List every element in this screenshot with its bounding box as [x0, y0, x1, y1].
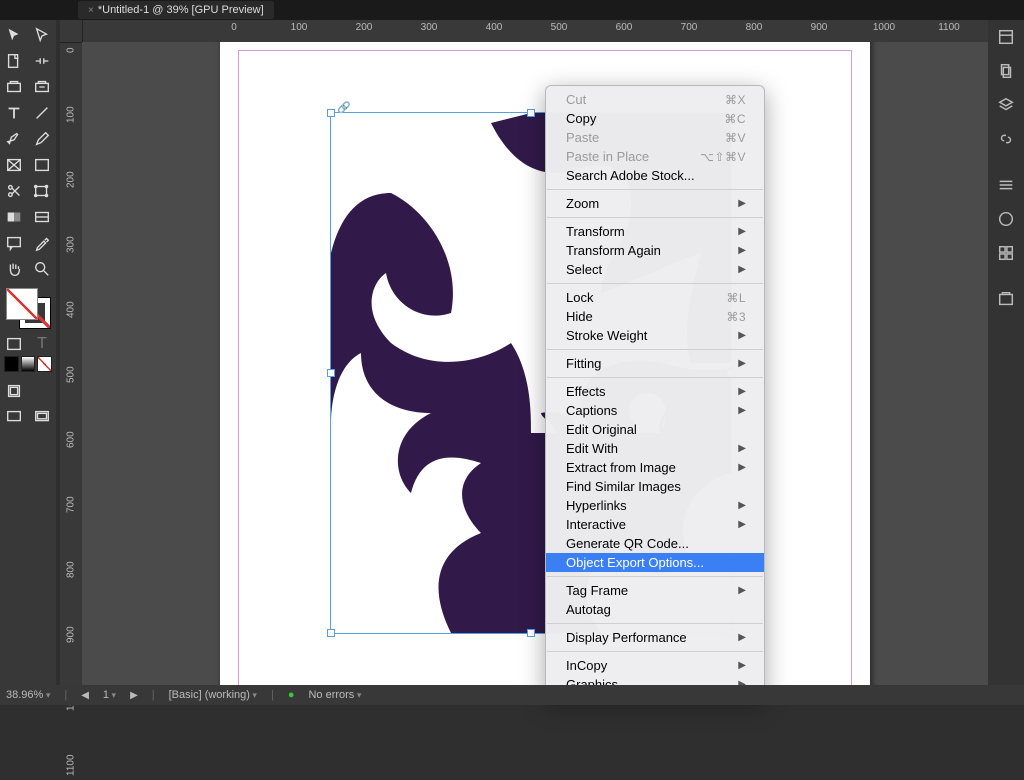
vertical-ruler[interactable]: 010020030040050060070080090010001100 — [60, 42, 82, 685]
menu-item-edit-original[interactable]: Edit Original — [546, 420, 764, 439]
properties-panel-icon[interactable] — [988, 20, 1024, 54]
menu-item-incopy[interactable]: InCopy▶ — [546, 656, 764, 675]
menu-item-captions[interactable]: Captions▶ — [546, 401, 764, 420]
layers-panel-icon[interactable] — [988, 88, 1024, 122]
menu-item-effects[interactable]: Effects▶ — [546, 382, 764, 401]
rectangle-tool[interactable] — [28, 152, 56, 178]
fill-stroke-swatch[interactable] — [6, 288, 50, 328]
menu-item-find-similar-images[interactable]: Find Similar Images — [546, 477, 764, 496]
menu-item-hide[interactable]: Hide⌘3 — [546, 307, 764, 326]
page-nav-prev-icon[interactable]: ◀ — [81, 690, 89, 701]
view-mode-normal-icon[interactable] — [0, 378, 28, 404]
gap-tool[interactable] — [28, 48, 56, 74]
note-tool[interactable] — [0, 230, 28, 256]
context-menu: Cut⌘XCopy⌘CPaste⌘VPaste in Place⌥⇧⌘VSear… — [545, 85, 765, 699]
screen-mode-icon[interactable] — [0, 404, 28, 430]
zoom-level[interactable]: 38.96% — [6, 689, 50, 701]
zoom-tool[interactable] — [28, 256, 56, 282]
preflight-status[interactable]: No errors — [308, 689, 361, 701]
page-number[interactable]: 1 — [103, 689, 116, 701]
document-tab[interactable]: × *Untitled-1 @ 39% [GPU Preview] — [78, 1, 274, 19]
apply-none-icon[interactable] — [37, 356, 52, 372]
content-placer-tool[interactable] — [28, 74, 56, 100]
tab-title: *Untitled-1 @ 39% [GPU Preview] — [98, 4, 264, 16]
menu-item-paste-in-place: Paste in Place⌥⇧⌘V — [546, 147, 764, 166]
menu-item-cut: Cut⌘X — [546, 90, 764, 109]
apply-gradient-icon[interactable] — [21, 356, 36, 372]
paragraph-style-status[interactable]: [Basic] (working) — [169, 689, 257, 701]
content-collector-tool[interactable] — [0, 74, 28, 100]
menu-item-search-adobe-stock[interactable]: Search Adobe Stock... — [546, 166, 764, 185]
color-panel-icon[interactable] — [988, 202, 1024, 236]
status-bar: 38.96% | ◀ 1 ▶ | [Basic] (working) | ● N… — [0, 685, 1024, 705]
menu-item-transform[interactable]: Transform▶ — [546, 222, 764, 241]
menu-item-extract-from-image[interactable]: Extract from Image▶ — [546, 458, 764, 477]
menu-item-fitting[interactable]: Fitting▶ — [546, 354, 764, 373]
formatting-text-icon[interactable]: T — [28, 334, 56, 354]
menu-item-interactive[interactable]: Interactive▶ — [546, 515, 764, 534]
default-swatches[interactable] — [0, 354, 56, 374]
menu-item-transform-again[interactable]: Transform Again▶ — [546, 241, 764, 260]
tool-panel: T — [0, 20, 56, 705]
type-tool[interactable] — [0, 100, 28, 126]
formatting-container-icon[interactable] — [0, 334, 28, 354]
ruler-origin[interactable] — [60, 20, 83, 43]
menu-item-lock[interactable]: Lock⌘L — [546, 288, 764, 307]
resize-handle[interactable] — [527, 629, 535, 637]
eyedropper-tool[interactable] — [28, 230, 56, 256]
pencil-tool[interactable] — [28, 126, 56, 152]
gradient-swatch-tool[interactable] — [0, 204, 28, 230]
direct-selection-tool[interactable] — [28, 22, 56, 48]
cc-libraries-panel-icon[interactable] — [988, 282, 1024, 316]
document-tabbar: × *Untitled-1 @ 39% [GPU Preview] — [0, 0, 1024, 20]
menu-item-tag-frame[interactable]: Tag Frame▶ — [546, 581, 764, 600]
preflight-status-icon: ● — [288, 689, 295, 701]
hand-tool[interactable] — [0, 256, 28, 282]
resize-handle[interactable] — [327, 369, 335, 377]
gradient-feather-tool[interactable] — [28, 204, 56, 230]
resize-handle[interactable] — [327, 109, 335, 117]
pages-panel-icon[interactable] — [988, 54, 1024, 88]
menu-item-edit-with[interactable]: Edit With▶ — [546, 439, 764, 458]
menu-item-autotag[interactable]: Autotag — [546, 600, 764, 619]
horizontal-ruler[interactable]: 0100200300400500600700800900100011001200… — [60, 20, 1024, 42]
menu-item-object-export-options[interactable]: Object Export Options... — [546, 553, 764, 572]
menu-item-zoom[interactable]: Zoom▶ — [546, 194, 764, 213]
menu-item-stroke-weight[interactable]: Stroke Weight▶ — [546, 326, 764, 345]
right-panel-rail — [988, 20, 1024, 685]
page-nav-next-icon[interactable]: ▶ — [130, 690, 138, 701]
rectangle-frame-tool[interactable] — [0, 152, 28, 178]
page-tool[interactable] — [0, 48, 28, 74]
close-tab-icon[interactable]: × — [88, 5, 94, 16]
menu-item-generate-qr-code[interactable]: Generate QR Code... — [546, 534, 764, 553]
selection-tool[interactable] — [0, 22, 28, 48]
links-panel-icon[interactable] — [988, 122, 1024, 156]
swatches-panel-icon[interactable] — [988, 236, 1024, 270]
scissors-tool[interactable] — [0, 178, 28, 204]
menu-item-copy[interactable]: Copy⌘C — [546, 109, 764, 128]
stroke-panel-icon[interactable] — [988, 168, 1024, 202]
pen-tool[interactable] — [0, 126, 28, 152]
resize-handle[interactable] — [527, 109, 535, 117]
screen-mode-alt-icon[interactable] — [28, 404, 56, 430]
fill-swatch[interactable] — [6, 288, 38, 320]
menu-item-paste: Paste⌘V — [546, 128, 764, 147]
resize-handle[interactable] — [327, 629, 335, 637]
menu-item-display-performance[interactable]: Display Performance▶ — [546, 628, 764, 647]
menu-item-hyperlinks[interactable]: Hyperlinks▶ — [546, 496, 764, 515]
free-transform-tool[interactable] — [28, 178, 56, 204]
menu-item-select[interactable]: Select▶ — [546, 260, 764, 279]
line-tool[interactable] — [28, 100, 56, 126]
apply-color-icon[interactable] — [4, 356, 19, 372]
